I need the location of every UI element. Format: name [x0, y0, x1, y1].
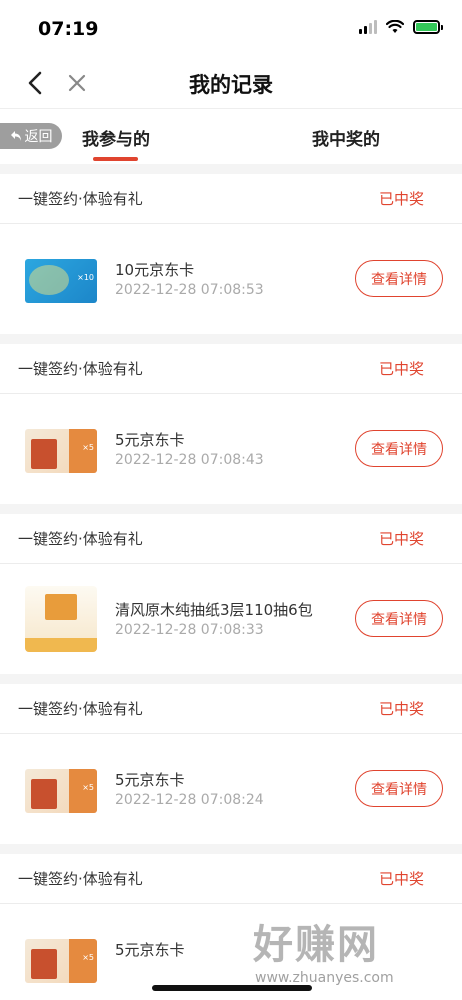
view-details-button[interactable]: 查看详情 — [355, 600, 443, 637]
watermark: 好赚网 www.zhuanyes.com — [253, 912, 448, 992]
prize-time: 2022-12-28 07:08:33 — [115, 622, 264, 638]
prize-name: 5元京东卡 — [115, 431, 185, 449]
home-indicator — [152, 985, 312, 991]
prize-name: 5元京东卡 — [115, 771, 185, 789]
record-body: ×10 10元京东卡 2022-12-28 07:08:53 查看详情 — [0, 224, 462, 334]
status-badge: 已中奖 — [378, 190, 424, 208]
record-body: ×5 5元京东卡 2022-12-28 07:08:24 查看详情 — [0, 734, 462, 844]
status-badge: 已中奖 — [378, 530, 424, 548]
prize-name: 清风原木纯抽纸3层110抽6包 — [115, 601, 313, 619]
record-header: 一键签约·体验有礼 已中奖 — [0, 514, 462, 564]
status-bar: 07:19 — [0, 0, 462, 56]
record-card: 一键签约·体验有礼 已中奖 清风原木纯抽纸3层110抽6包 2022-12-28… — [0, 514, 462, 674]
record-card: 一键签约·体验有礼 已中奖 ×5 5元京东卡 2022-12-28 07:08:… — [0, 684, 462, 844]
view-details-button[interactable]: 查看详情 — [355, 770, 443, 807]
page-title: 我的记录 — [189, 73, 273, 97]
cellular-signal-icon — [359, 20, 377, 34]
nav-bar: 我的记录 — [0, 56, 462, 108]
record-card: 一键签约·体验有礼 已中奖 ×10 10元京东卡 2022-12-28 07:0… — [0, 174, 462, 334]
tab-won[interactable]: 我中奖的 — [312, 125, 380, 150]
record-header: 一键签约·体验有礼 已中奖 — [0, 174, 462, 224]
activity-name: 一键签约·体验有礼 — [18, 870, 143, 888]
status-time: 07:19 — [38, 18, 99, 40]
status-badge: 已中奖 — [378, 700, 424, 718]
status-icons — [359, 20, 443, 34]
tissue-pack-image — [25, 586, 97, 652]
prize-time: 2022-12-28 07:08:53 — [115, 282, 264, 298]
prize-time: 2022-12-28 07:08:24 — [115, 792, 264, 808]
tab-bar: 返回 我参与的 我中奖的 — [0, 108, 462, 164]
record-body: 清风原木纯抽纸3层110抽6包 2022-12-28 07:08:33 查看详情 — [0, 564, 462, 674]
activity-name: 一键签约·体验有礼 — [18, 700, 143, 718]
jd-gift-card-image: ×5 — [25, 769, 97, 813]
record-header: 一键签约·体验有礼 已中奖 — [0, 344, 462, 394]
status-badge: 已中奖 — [378, 360, 424, 378]
prize-name: 10元京东卡 — [115, 261, 195, 279]
return-button[interactable]: 返回 — [0, 123, 62, 149]
activity-name: 一键签约·体验有礼 — [18, 360, 143, 378]
view-details-button[interactable]: 查看详情 — [355, 430, 443, 467]
return-label: 返回 — [24, 129, 53, 145]
tab-joined[interactable]: 我参与的 — [82, 125, 150, 150]
reply-arrow-icon — [10, 131, 21, 141]
watermark-text: 好赚网 — [253, 922, 379, 968]
view-details-button[interactable]: 查看详情 — [355, 260, 443, 297]
record-list: 一键签约·体验有礼 已中奖 ×10 10元京东卡 2022-12-28 07:0… — [0, 164, 462, 1000]
record-header: 一键签约·体验有礼 已中奖 — [0, 854, 462, 904]
battery-icon — [413, 20, 443, 34]
activity-name: 一键签约·体验有礼 — [18, 190, 143, 208]
activity-name: 一键签约·体验有礼 — [18, 530, 143, 548]
prize-time: 2022-12-28 07:08:43 — [115, 452, 264, 468]
active-tab-indicator — [93, 157, 138, 161]
jd-gift-card-image: ×5 — [25, 429, 97, 473]
status-badge: 已中奖 — [378, 870, 424, 888]
record-body: ×5 5元京东卡 2022-12-28 07:08:43 查看详情 — [0, 394, 462, 504]
record-card: 一键签约·体验有礼 已中奖 ×5 5元京东卡 2022-12-28 07:08:… — [0, 344, 462, 504]
wifi-icon — [386, 20, 404, 33]
record-header: 一键签约·体验有礼 已中奖 — [0, 684, 462, 734]
prize-name: 5元京东卡 — [115, 941, 185, 959]
jd-gift-card-image: ×5 — [25, 939, 97, 983]
jd-gift-card-image: ×10 — [25, 259, 97, 303]
watermark-url: www.zhuanyes.com — [255, 970, 394, 986]
